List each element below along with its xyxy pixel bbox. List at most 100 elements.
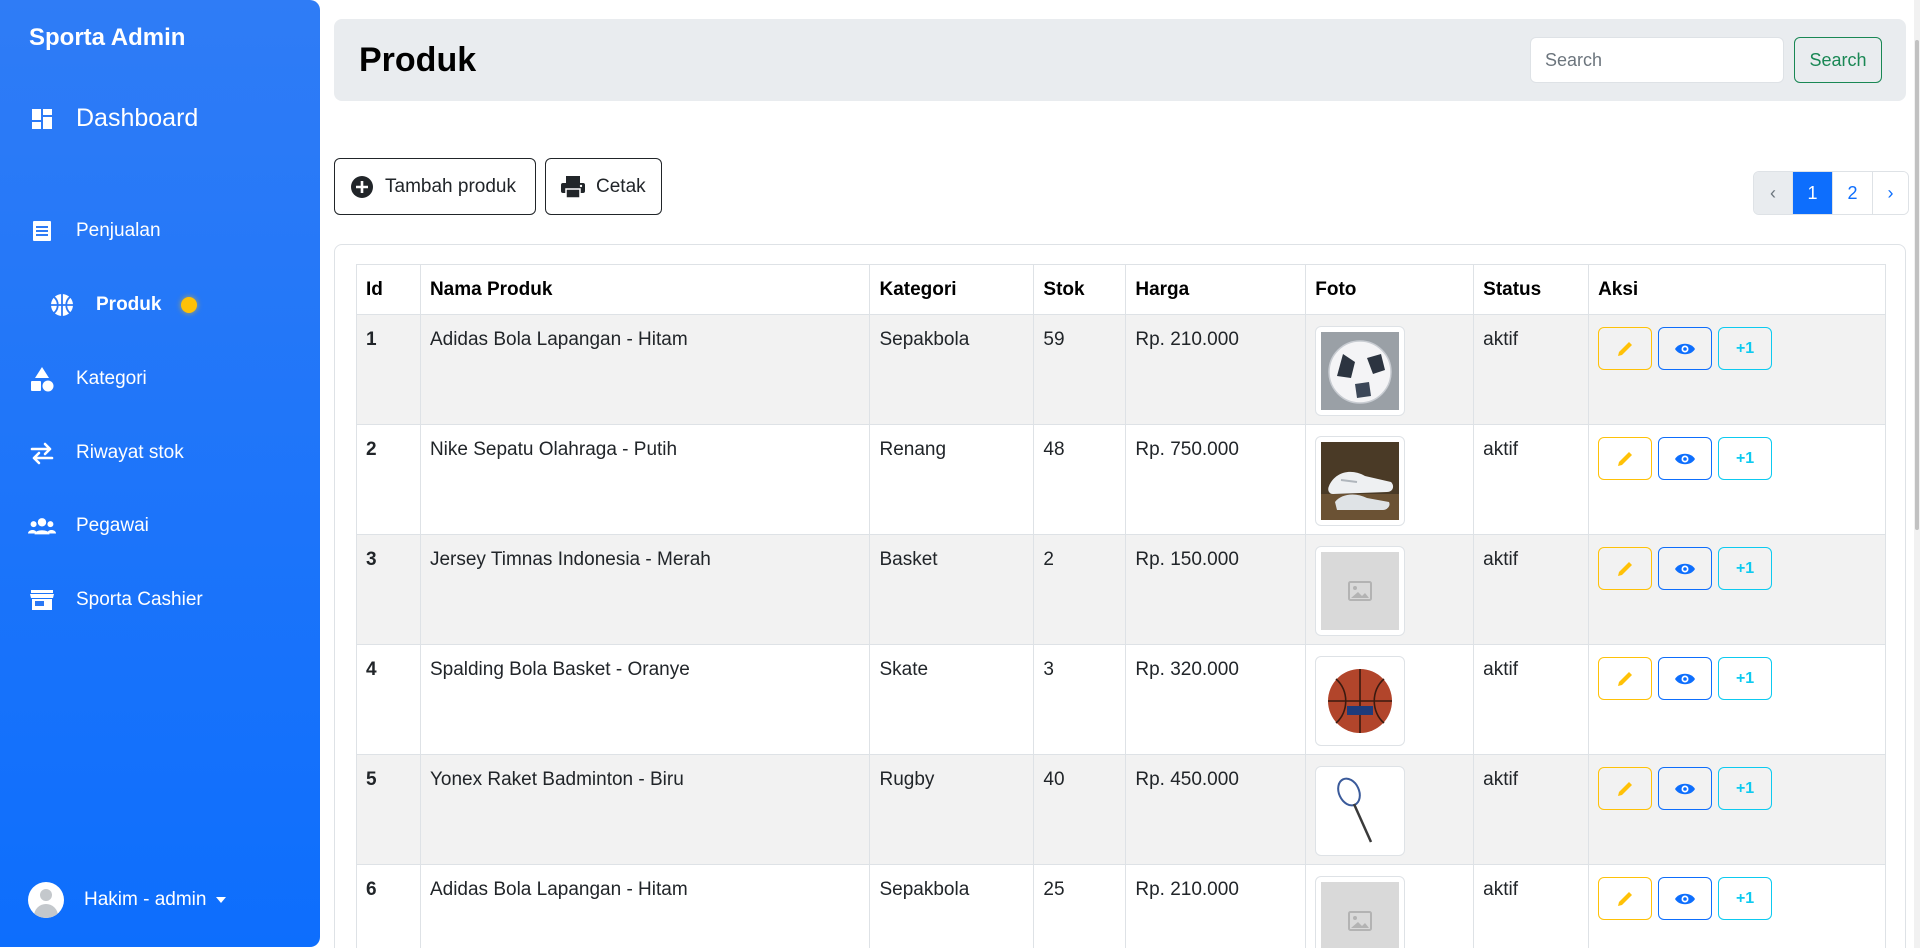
product-photo-sneaker[interactable] bbox=[1315, 436, 1406, 526]
receipt-icon bbox=[28, 217, 56, 245]
cell-name: Adidas Bola Lapangan - Hitam bbox=[419, 864, 871, 948]
increment-stock-button[interactable]: +1 bbox=[1718, 877, 1773, 920]
view-button[interactable] bbox=[1658, 877, 1713, 920]
pencil-icon bbox=[1618, 781, 1633, 796]
view-button[interactable] bbox=[1658, 767, 1713, 810]
pagination-page-2[interactable]: 2 bbox=[1832, 172, 1872, 214]
cell-category: Sepakbola bbox=[869, 864, 1035, 948]
add-product-label: Tambah produk bbox=[385, 175, 516, 197]
pagination-next[interactable]: › bbox=[1872, 172, 1908, 214]
pencil-icon bbox=[1618, 561, 1633, 576]
cell-id: 2 bbox=[356, 424, 421, 535]
sidebar-item-label: Riwayat stok bbox=[76, 442, 184, 463]
sidebar-item-sporta-cashier[interactable]: Sporta Cashier bbox=[28, 586, 203, 614]
cell-photo bbox=[1305, 534, 1475, 645]
add-product-button[interactable]: Tambah produk bbox=[334, 158, 536, 215]
edit-button[interactable] bbox=[1598, 437, 1653, 480]
scrollbar-thumb[interactable] bbox=[1915, 40, 1919, 530]
eye-icon bbox=[1675, 893, 1696, 904]
cell-stock: 59 bbox=[1033, 314, 1127, 425]
cell-status: aktif bbox=[1473, 534, 1590, 645]
view-button[interactable] bbox=[1658, 327, 1713, 370]
column-header-id[interactable]: Id bbox=[356, 264, 421, 315]
sidebar-item-dashboard[interactable]: Dashboard bbox=[28, 104, 198, 133]
sidebar-item-riwayat-stok[interactable]: Riwayat stok bbox=[28, 439, 184, 467]
view-button[interactable] bbox=[1658, 657, 1713, 700]
sidebar-item-label: Penjualan bbox=[76, 220, 161, 241]
increment-stock-button[interactable]: +1 bbox=[1718, 547, 1773, 590]
product-photo-placeholder[interactable] bbox=[1315, 876, 1406, 948]
print-label: Cetak bbox=[596, 175, 646, 197]
product-photo-basketball[interactable] bbox=[1315, 656, 1406, 746]
sidebar: Sporta Admin Dashboard Penjualan Produk bbox=[0, 0, 320, 947]
print-button[interactable]: Cetak bbox=[545, 158, 662, 215]
increment-stock-button[interactable]: +1 bbox=[1718, 437, 1773, 480]
sidebar-item-penjualan[interactable]: Penjualan bbox=[28, 217, 161, 245]
column-header-nama-produk[interactable]: Nama Produk bbox=[419, 264, 871, 315]
eye-icon bbox=[1675, 563, 1696, 574]
sidebar-item-label: Dashboard bbox=[76, 104, 199, 132]
product-table-card: Id Nama Produk Kategori Stok Harga Foto … bbox=[334, 244, 1906, 948]
sidebar-item-kategori[interactable]: Kategori bbox=[28, 365, 147, 393]
cell-stock: 25 bbox=[1033, 864, 1127, 948]
cell-name: Jersey Timnas Indonesia - Merah bbox=[419, 534, 871, 645]
user-menu[interactable]: Hakim - admin bbox=[28, 882, 227, 918]
column-header-kategori[interactable]: Kategori bbox=[869, 264, 1035, 315]
search-input[interactable] bbox=[1530, 37, 1784, 83]
edit-button[interactable] bbox=[1598, 327, 1653, 370]
sidebar-item-produk[interactable]: Produk bbox=[48, 291, 198, 319]
column-header-foto: Foto bbox=[1305, 264, 1475, 315]
view-button[interactable] bbox=[1658, 547, 1713, 590]
dashboard-icon bbox=[28, 105, 56, 133]
pagination-page-1[interactable]: 1 bbox=[1792, 172, 1832, 214]
column-header-status[interactable]: Status bbox=[1473, 264, 1590, 315]
cell-actions: +1 bbox=[1588, 314, 1886, 425]
increment-stock-button[interactable]: +1 bbox=[1718, 657, 1773, 700]
cell-id: 4 bbox=[356, 644, 421, 755]
pencil-icon bbox=[1618, 671, 1633, 686]
edit-button[interactable] bbox=[1598, 547, 1653, 590]
column-header-aksi: Aksi bbox=[1588, 264, 1886, 315]
eye-icon bbox=[1675, 453, 1696, 464]
product-photo-soccer-ball[interactable] bbox=[1315, 326, 1406, 416]
brand-title: Sporta Admin bbox=[29, 24, 186, 51]
edit-button[interactable] bbox=[1598, 657, 1653, 700]
increment-stock-button[interactable]: +1 bbox=[1718, 327, 1773, 370]
cell-status: aktif bbox=[1473, 314, 1590, 425]
store-icon bbox=[28, 586, 56, 614]
pencil-icon bbox=[1618, 891, 1633, 906]
basketball-icon bbox=[48, 291, 76, 319]
search-button[interactable]: Search bbox=[1794, 37, 1882, 83]
sidebar-item-label: Kategori bbox=[76, 368, 147, 389]
exchange-icon bbox=[28, 439, 56, 467]
cell-id: 1 bbox=[356, 314, 421, 425]
edit-button[interactable] bbox=[1598, 877, 1653, 920]
cell-photo bbox=[1305, 754, 1475, 865]
cell-category: Rugby bbox=[869, 754, 1035, 865]
cell-actions: +1 bbox=[1588, 424, 1886, 535]
cell-name: Nike Sepatu Olahraga - Putih bbox=[419, 424, 871, 535]
edit-button[interactable] bbox=[1598, 767, 1653, 810]
increment-stock-button[interactable]: +1 bbox=[1718, 767, 1773, 810]
pencil-icon bbox=[1618, 451, 1633, 466]
cell-photo bbox=[1305, 424, 1475, 535]
cell-stock: 48 bbox=[1033, 424, 1127, 535]
user-name: Hakim - admin bbox=[84, 889, 207, 910]
column-header-stok[interactable]: Stok bbox=[1033, 264, 1127, 315]
sidebar-item-pegawai[interactable]: Pegawai bbox=[28, 512, 149, 540]
plus-circle-icon bbox=[349, 174, 375, 200]
cell-name: Yonex Raket Badminton - Biru bbox=[419, 754, 871, 865]
product-photo-racket[interactable] bbox=[1315, 766, 1406, 856]
pagination-prev[interactable]: ‹ bbox=[1754, 172, 1792, 214]
cell-name: Adidas Bola Lapangan - Hitam bbox=[419, 314, 871, 425]
cell-id: 6 bbox=[356, 864, 421, 948]
cell-category: Sepakbola bbox=[869, 314, 1035, 425]
cell-price: Rp. 750.000 bbox=[1125, 424, 1307, 535]
table-row: 4 Spalding Bola Basket - Oranye Skate 3 … bbox=[356, 644, 1886, 755]
view-button[interactable] bbox=[1658, 437, 1713, 480]
product-photo-placeholder[interactable] bbox=[1315, 546, 1406, 636]
cell-actions: +1 bbox=[1588, 754, 1886, 865]
column-header-harga[interactable]: Harga bbox=[1125, 264, 1307, 315]
page-scrollbar[interactable] bbox=[1914, 0, 1920, 948]
pencil-icon bbox=[1618, 341, 1633, 356]
